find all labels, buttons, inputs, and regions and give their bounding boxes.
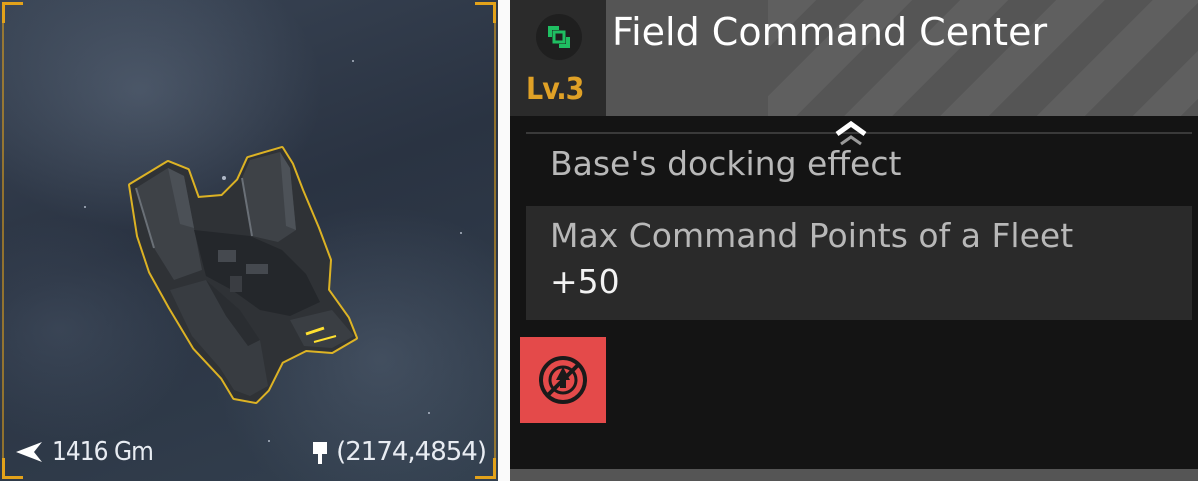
star bbox=[268, 440, 270, 442]
rotate-square-icon bbox=[536, 14, 582, 60]
no-docking-icon bbox=[539, 356, 587, 404]
star bbox=[84, 206, 86, 208]
frame-edge bbox=[2, 20, 4, 461]
direction-arrow-icon bbox=[16, 442, 42, 462]
stat-value: +50 bbox=[550, 262, 620, 301]
structure-name: Field Command Center bbox=[612, 10, 1048, 54]
frame-corner bbox=[475, 2, 496, 23]
level-label: Lv.3 bbox=[526, 72, 584, 107]
star bbox=[352, 60, 354, 62]
screen: 1416 Gm (2174,4854) Lv.3 Field Command C… bbox=[0, 0, 1198, 481]
star bbox=[460, 232, 462, 234]
coordinates-value: (2174,4854) bbox=[336, 437, 487, 467]
frame-edge bbox=[494, 20, 496, 461]
undock-button[interactable] bbox=[520, 337, 606, 423]
station-model[interactable] bbox=[110, 140, 370, 410]
distance-value: 1416 Gm bbox=[52, 437, 154, 467]
bottom-bar bbox=[510, 469, 1198, 481]
frame-corner bbox=[2, 2, 23, 23]
type-badge: Lv.3 bbox=[510, 0, 606, 116]
section-title: Base's docking effect bbox=[550, 144, 902, 183]
space-view[interactable]: 1416 Gm (2174,4854) bbox=[0, 0, 498, 481]
header: Lv.3 Field Command Center bbox=[510, 0, 1198, 116]
info-panel: Lv.3 Field Command Center Base's docking… bbox=[510, 0, 1198, 481]
panel-divider bbox=[498, 0, 510, 481]
distance-readout: 1416 Gm bbox=[14, 437, 154, 467]
stat-name: Max Command Points of a Fleet bbox=[550, 216, 1074, 255]
stat-card: Max Command Points of a Fleet +50 bbox=[526, 206, 1192, 320]
coordinates-readout: (2174,4854) bbox=[310, 437, 487, 467]
location-flag-icon bbox=[313, 442, 328, 464]
star bbox=[428, 412, 430, 414]
